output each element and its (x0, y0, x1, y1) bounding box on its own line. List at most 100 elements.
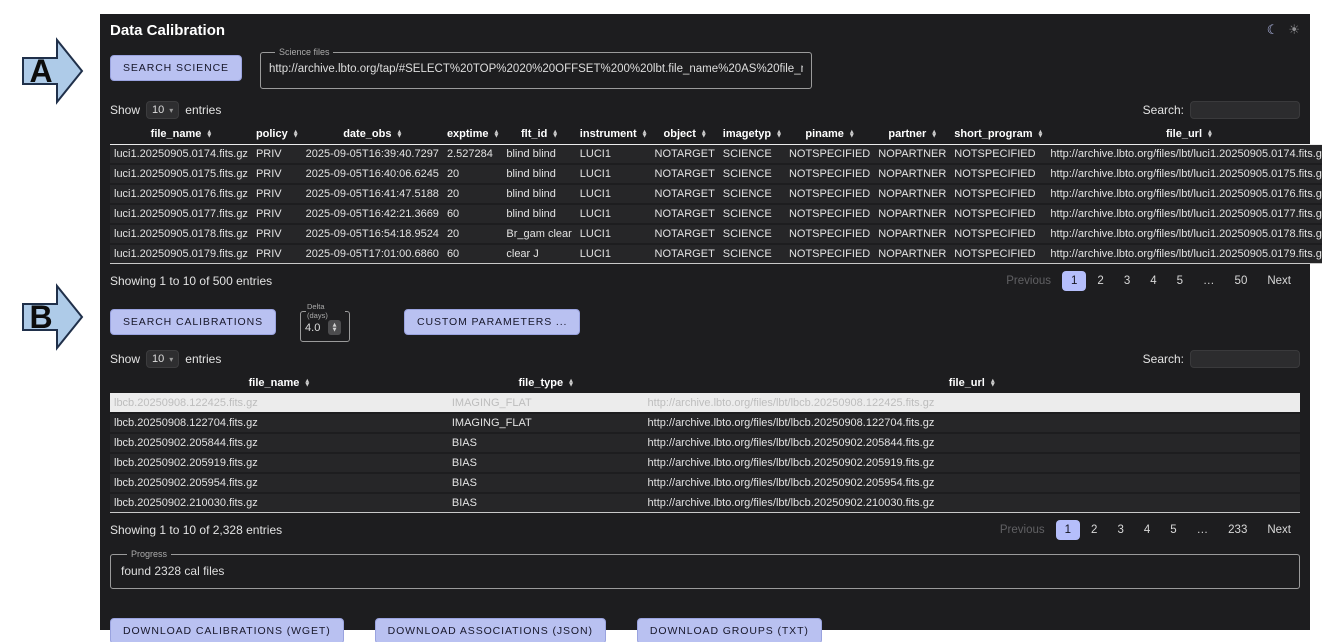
page-button-3[interactable]: 3 (1108, 520, 1132, 540)
app-panel: Data Calibration ☾ ☀ SEARCH SCIENCE Scie… (100, 14, 1310, 630)
table-row[interactable]: lbcb.20250908.122425.fits.gzIMAGING_FLAT… (110, 394, 1300, 414)
table-row[interactable]: luci1.20250905.0176.fits.gzPRIV2025-09-0… (110, 184, 1322, 204)
show-label: Show (110, 103, 140, 117)
light-theme-icon[interactable]: ☀ (1288, 23, 1300, 38)
download-calibrations-wget-button[interactable]: DOWNLOAD CALIBRATIONS (WGET) (110, 618, 344, 642)
table-row[interactable]: luci1.20250905.0175.fits.gzPRIV2025-09-0… (110, 164, 1322, 184)
table-cell: PRIV (252, 164, 302, 184)
column-header-imagetyp[interactable]: imagetyp▲▼ (719, 125, 785, 145)
table-cell: NOTSPECIFIED (950, 145, 1046, 165)
page-button-1[interactable]: 1 (1056, 520, 1080, 540)
column-header-file_type[interactable]: file_type▲▼ (448, 374, 644, 394)
search-calibrations-button[interactable]: SEARCH CALIBRATIONS (110, 309, 276, 335)
column-header-instrument[interactable]: instrument▲▼ (576, 125, 651, 145)
sort-icon[interactable]: ▲▼ (495, 130, 499, 138)
column-header-piname[interactable]: piname▲▼ (785, 125, 874, 145)
column-header-policy[interactable]: policy▲▼ (252, 125, 302, 145)
sort-icon[interactable]: ▲▼ (305, 379, 309, 387)
column-header-file_url[interactable]: file_url▲▼ (644, 374, 1300, 394)
table-header-row: file_name▲▼policy▲▼date_obs▲▼exptime▲▼fl… (110, 125, 1322, 145)
table-row[interactable]: luci1.20250905.0179.fits.gzPRIV2025-09-0… (110, 244, 1322, 264)
download-groups-txt-button[interactable]: DOWNLOAD GROUPS (TXT) (637, 618, 822, 642)
column-header-object[interactable]: object▲▼ (651, 125, 719, 145)
table-cell: luci1.20250905.0178.fits.gz (110, 224, 252, 244)
page-size-select[interactable]: 10▾ (146, 101, 179, 119)
column-header-file_name[interactable]: file_name▲▼ (110, 374, 448, 394)
page-button-5[interactable]: 5 (1168, 271, 1192, 291)
column-header-date_obs[interactable]: date_obs▲▼ (302, 125, 443, 145)
page-button-5[interactable]: 5 (1161, 520, 1185, 540)
table-cell: http://archive.lbto.org/files/lbt/lbcb.2… (644, 473, 1300, 493)
progress-fieldset: Progress found 2328 cal files (110, 549, 1300, 589)
column-header-label: flt_id (521, 128, 547, 140)
science-url-input[interactable] (269, 63, 803, 75)
column-header-partner[interactable]: partner▲▼ (874, 125, 950, 145)
page-button-1[interactable]: 1 (1062, 271, 1086, 291)
table-row[interactable]: lbcb.20250902.205919.fits.gzBIAShttp://a… (110, 453, 1300, 473)
page-button-2[interactable]: 2 (1082, 520, 1106, 540)
sort-icon[interactable]: ▲▼ (1208, 130, 1212, 138)
column-header-exptime[interactable]: exptime▲▼ (443, 125, 502, 145)
sort-icon[interactable]: ▲▼ (643, 130, 647, 138)
search-label: Search: (1143, 352, 1184, 366)
next-page-button[interactable]: Next (1258, 271, 1300, 291)
sort-icon[interactable]: ▲▼ (991, 379, 995, 387)
sort-icon[interactable]: ▲▼ (777, 130, 781, 138)
page-button-233[interactable]: 233 (1219, 520, 1256, 540)
sort-icon[interactable]: ▲▼ (294, 130, 298, 138)
sort-icon[interactable]: ▲▼ (702, 130, 706, 138)
table-cell: http://archive.lbto.org/files/lbt/luci1.… (1046, 224, 1322, 244)
calibration-table-summary: Showing 1 to 10 of 2,328 entries (110, 523, 282, 537)
table-cell: http://archive.lbto.org/files/lbt/lbcb.2… (644, 453, 1300, 473)
column-header-file_name[interactable]: file_name▲▼ (110, 125, 252, 145)
page-button-4[interactable]: 4 (1135, 520, 1159, 540)
sort-icon[interactable]: ▲▼ (207, 130, 211, 138)
next-page-button[interactable]: Next (1258, 520, 1300, 540)
science-table-search-input[interactable] (1190, 101, 1300, 119)
calibration-table-search-input[interactable] (1190, 350, 1300, 368)
chevron-down-icon: ▾ (169, 106, 173, 115)
column-header-label: file_url (1166, 128, 1202, 140)
dark-theme-icon[interactable]: ☾ (1267, 23, 1279, 38)
delta-days-input[interactable] (305, 322, 325, 334)
entries-label: entries (185, 352, 221, 366)
table-cell: luci1.20250905.0176.fits.gz (110, 184, 252, 204)
table-row[interactable]: luci1.20250905.0174.fits.gzPRIV2025-09-0… (110, 145, 1322, 165)
table-cell: Br_gam clear (502, 224, 575, 244)
table-row[interactable]: lbcb.20250902.205954.fits.gzBIAShttp://a… (110, 473, 1300, 493)
previous-page-button[interactable]: Previous (991, 520, 1054, 540)
sort-icon[interactable]: ▲▼ (932, 130, 936, 138)
sort-icon[interactable]: ▲▼ (1039, 130, 1043, 138)
column-header-short_program[interactable]: short_program▲▼ (950, 125, 1046, 145)
column-header-flt_id[interactable]: flt_id ▲▼ (502, 125, 575, 145)
page-button-3[interactable]: 3 (1115, 271, 1139, 291)
step-down-icon[interactable]: ▼ (333, 328, 337, 333)
table-row[interactable]: luci1.20250905.0178.fits.gzPRIV2025-09-0… (110, 224, 1322, 244)
sort-icon[interactable]: ▲▼ (569, 379, 573, 387)
sort-icon[interactable]: ▲▼ (553, 130, 557, 138)
page-button-4[interactable]: 4 (1141, 271, 1165, 291)
table-cell: NOTSPECIFIED (785, 184, 874, 204)
table-cell: 20 (443, 224, 502, 244)
sort-icon[interactable]: ▲▼ (397, 130, 401, 138)
table-row[interactable]: lbcb.20250902.205844.fits.gzBIAShttp://a… (110, 433, 1300, 453)
search-science-button[interactable]: SEARCH SCIENCE (110, 55, 242, 81)
table-cell: NOTSPECIFIED (950, 184, 1046, 204)
table-row[interactable]: lbcb.20250902.210030.fits.gzBIAShttp://a… (110, 493, 1300, 513)
page-button-2[interactable]: 2 (1088, 271, 1112, 291)
page-button-50[interactable]: 50 (1226, 271, 1257, 291)
table-cell: 2025-09-05T16:40:06.6245 (302, 164, 443, 184)
custom-parameters-button[interactable]: CUSTOM PARAMETERS ... (404, 309, 580, 335)
table-row[interactable]: luci1.20250905.0177.fits.gzPRIV2025-09-0… (110, 204, 1322, 224)
page-size-select[interactable]: 10▾ (146, 350, 179, 368)
table-row[interactable]: lbcb.20250908.122704.fits.gzIMAGING_FLAT… (110, 413, 1300, 433)
table-cell: lbcb.20250908.122425.fits.gz (110, 394, 448, 414)
annotation-letter: B (29, 299, 52, 335)
number-stepper[interactable]: ▲▼ (328, 320, 341, 335)
annotation-arrow-a: A (21, 37, 85, 105)
sort-icon[interactable]: ▲▼ (850, 130, 854, 138)
previous-page-button[interactable]: Previous (997, 271, 1060, 291)
chevron-down-icon: ▾ (169, 355, 173, 364)
download-associations-json-button[interactable]: DOWNLOAD ASSOCIATIONS (JSON) (375, 618, 606, 642)
column-header-file_url[interactable]: file_url ▲▼ (1046, 125, 1322, 145)
